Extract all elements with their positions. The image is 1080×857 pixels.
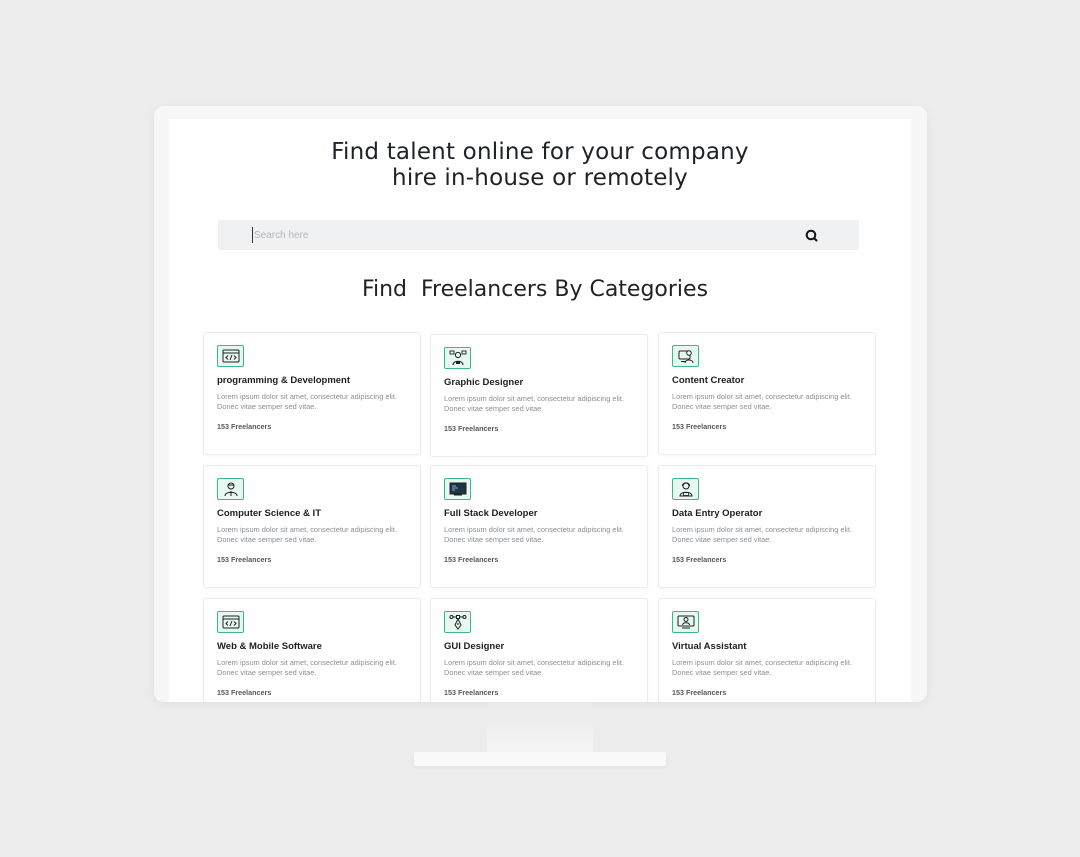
code-window-icon [217,611,244,633]
category-description: Lorem ipsum dolor sit amet, consectetur … [444,394,624,413]
category-card-data-entry[interactable]: Data Entry Operator Lorem ipsum dolor si… [658,465,876,588]
search-icon [805,229,817,241]
content-creator-icon [672,345,699,367]
monitor-stand-base [414,752,666,766]
search-input[interactable] [252,227,792,243]
category-title: Web & Mobile Software [217,641,322,652]
category-description: Lorem ipsum dolor sit amet, consectetur … [217,525,397,544]
category-description: Lorem ipsum dolor sit amet, consectetur … [444,525,624,544]
category-title: Virtual Assistant [672,641,747,652]
freelancer-count: 153 Freelancers [217,555,272,564]
category-card-graphic-designer[interactable]: Graphic Designer Lorem ipsum dolor sit a… [430,334,648,457]
category-title: programming & Development [217,375,351,386]
code-window-icon [217,345,244,367]
monitor-stand-neck [487,702,593,754]
category-title: Data Entry Operator [672,508,763,519]
computer-scientist-icon [217,478,244,500]
freelancer-count: 153 Freelancers [672,555,727,564]
category-title: Full Stack Developer [444,508,538,519]
category-title: Graphic Designer [444,377,524,388]
freelancer-count: 153 Freelancers [217,422,272,431]
assistant-icon [672,611,699,633]
category-description: Lorem ipsum dolor sit amet, consectetur … [217,392,397,411]
freelancer-count: 153 Freelancers [444,555,499,564]
category-card-content-creator[interactable]: Content Creator Lorem ipsum dolor sit am… [658,332,876,455]
screen: Find talent online for your company hire… [169,119,911,702]
freelancer-count: 153 Freelancers [444,424,499,433]
category-description: Lorem ipsum dolor sit amet, consectetur … [217,658,397,677]
freelancer-count: 153 Freelancers [444,688,499,697]
category-title: Computer Science & IT [217,508,321,519]
category-description: Lorem ipsum dolor sit amet, consectetur … [672,392,852,411]
vector-pen-icon [444,611,471,633]
freelancer-count: 153 Freelancers [672,688,727,697]
hero-title-line2: hire in-house or remotely [392,165,688,191]
category-description: Lorem ipsum dolor sit amet, consectetur … [444,658,624,677]
category-title: GUI Designer [444,641,505,652]
category-card-programming[interactable]: programming & Development Lorem ipsum do… [203,332,421,455]
designer-icon [444,347,471,369]
category-card-computer-science[interactable]: Computer Science & IT Lorem ipsum dolor … [203,465,421,588]
section-title: Find Freelancers By Categories [361,277,709,302]
category-card-virtual-assistant[interactable]: Virtual Assistant Lorem ipsum dolor sit … [658,598,876,702]
category-card-web-mobile[interactable]: Web & Mobile Software Lorem ipsum dolor … [203,598,421,702]
category-title: Content Creator [672,375,745,386]
category-description: Lorem ipsum dolor sit amet, consectetur … [672,658,852,677]
category-card-full-stack[interactable]: Full Stack Developer Lorem ipsum dolor s… [430,465,648,588]
monitor-icon [444,478,471,500]
search-button[interactable] [803,227,819,243]
freelancer-count: 153 Freelancers [672,422,727,431]
category-description: Lorem ipsum dolor sit amet, consectetur … [672,525,852,544]
category-card-gui-designer[interactable]: GUI Designer Lorem ipsum dolor sit amet,… [430,598,648,702]
hero-title-line1: Find talent online for your company [331,139,749,165]
operator-icon [672,478,699,500]
freelancer-count: 153 Freelancers [217,688,272,697]
search-bar [218,220,859,250]
